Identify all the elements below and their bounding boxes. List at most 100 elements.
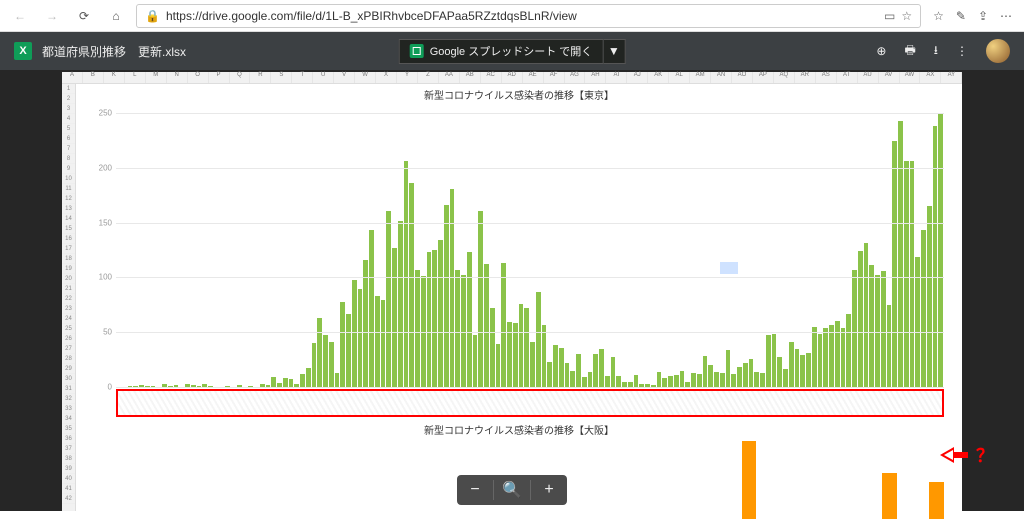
x-axis-highlight-box [116,389,944,417]
bar [933,126,938,387]
bar [363,260,368,387]
more-actions-icon[interactable]: ⋮ [956,44,968,58]
bar [898,121,903,387]
bar [444,205,449,387]
bar [881,271,886,387]
print-icon[interactable]: 🖶 [904,41,915,62]
home-button[interactable]: ⌂ [104,4,128,28]
bar [398,221,403,387]
bar [605,376,610,387]
bar [708,365,713,387]
bar [484,264,489,387]
bar [576,354,581,387]
bar [323,335,328,387]
address-bar[interactable]: 🔒 https://drive.google.com/file/d/1L-B_x… [136,4,921,28]
bar [777,357,782,387]
bar [795,349,800,387]
bar [887,305,892,387]
more-icon[interactable]: ⋯ [1000,9,1012,23]
bar [800,355,805,387]
bar [611,357,616,387]
bar [829,325,834,387]
bar [467,252,472,387]
bar [570,371,575,387]
favorites-icon[interactable]: ☆ [933,9,944,23]
bar [369,230,374,387]
bar [929,482,944,519]
bar [565,363,570,387]
browser-toolbar: ← → ⟳ ⌂ 🔒 https://drive.google.com/file/… [0,0,1024,32]
bar [553,345,558,387]
bar [300,374,305,387]
bar [381,300,386,387]
chart-tokyo: 新型コロナウイルス感染者の推移【東京】 050100150200250 [76,84,962,419]
share-icon[interactable]: ⇪ [978,9,988,23]
bar [882,473,897,519]
refresh-button[interactable]: ⟳ [72,4,96,28]
bar [392,248,397,387]
bar [352,280,357,387]
bar [519,304,524,387]
bar [340,302,345,388]
add-to-drive-icon[interactable]: ⊕ [876,44,886,58]
bar [289,379,294,387]
bar [662,378,667,387]
bar [593,354,598,387]
bar [875,275,880,387]
bar [869,265,874,387]
download-icon[interactable]: ⭳ [934,41,938,62]
bar [726,350,731,387]
bar [904,161,909,387]
bar [415,270,420,387]
zoom-out-button[interactable]: − [457,475,493,505]
xlsx-icon: X [14,42,32,60]
bar [720,373,725,387]
bar [754,372,759,387]
column-headers: ABKLMNOPQRSTUVWXYZAAABACADAEAFAGAHAIAJAK… [62,72,962,84]
bar [616,376,621,387]
bar [634,375,639,387]
bar [427,252,432,387]
bar [271,377,276,387]
zoom-in-button[interactable]: + [531,475,567,505]
bar [524,308,529,387]
bar [806,353,811,387]
row-headers: 1234567891011121314151617181920212223242… [62,84,76,511]
chart-bars-tokyo [116,102,944,387]
forward-button[interactable]: → [40,4,64,28]
bar [783,369,788,387]
bar [478,211,483,387]
reader-icon[interactable]: ▭ [884,9,895,23]
bar [852,270,857,387]
document-viewport: ABKLMNOPQRSTUVWXYZAAABACADAEAFAGAHAIAJAK… [0,70,1024,511]
bar [404,161,409,387]
file-name: 都道府県別推移 更新.xlsx [42,43,186,60]
arrow-left-icon [940,447,954,463]
sheets-icon [410,44,424,58]
bar [473,335,478,387]
avatar[interactable] [986,39,1010,63]
spreadsheet-page: ABKLMNOPQRSTUVWXYZAAABACADAEAFAGAHAIAJAK… [62,72,962,511]
favorite-icon[interactable]: ☆ [901,9,912,23]
bar [582,377,587,387]
back-button[interactable]: ← [8,4,32,28]
zoom-reset-button[interactable]: 🔍 [494,475,530,505]
bar [530,342,535,387]
bar [714,372,719,387]
notes-icon[interactable]: ✎ [956,9,966,23]
bar [358,289,363,387]
open-with-sheets-button[interactable]: Google スプレッドシート で開く [399,39,604,64]
bar [697,374,702,387]
bar [772,334,777,387]
bar [892,141,897,387]
selection-highlight [720,262,738,274]
bar [317,318,322,387]
bar [858,251,863,387]
bar [749,359,754,388]
bar [910,161,915,387]
bar [490,308,495,387]
bar [450,189,455,387]
bar [731,374,736,387]
bar [835,321,840,387]
open-with-dropdown[interactable]: ▼ [603,39,625,64]
